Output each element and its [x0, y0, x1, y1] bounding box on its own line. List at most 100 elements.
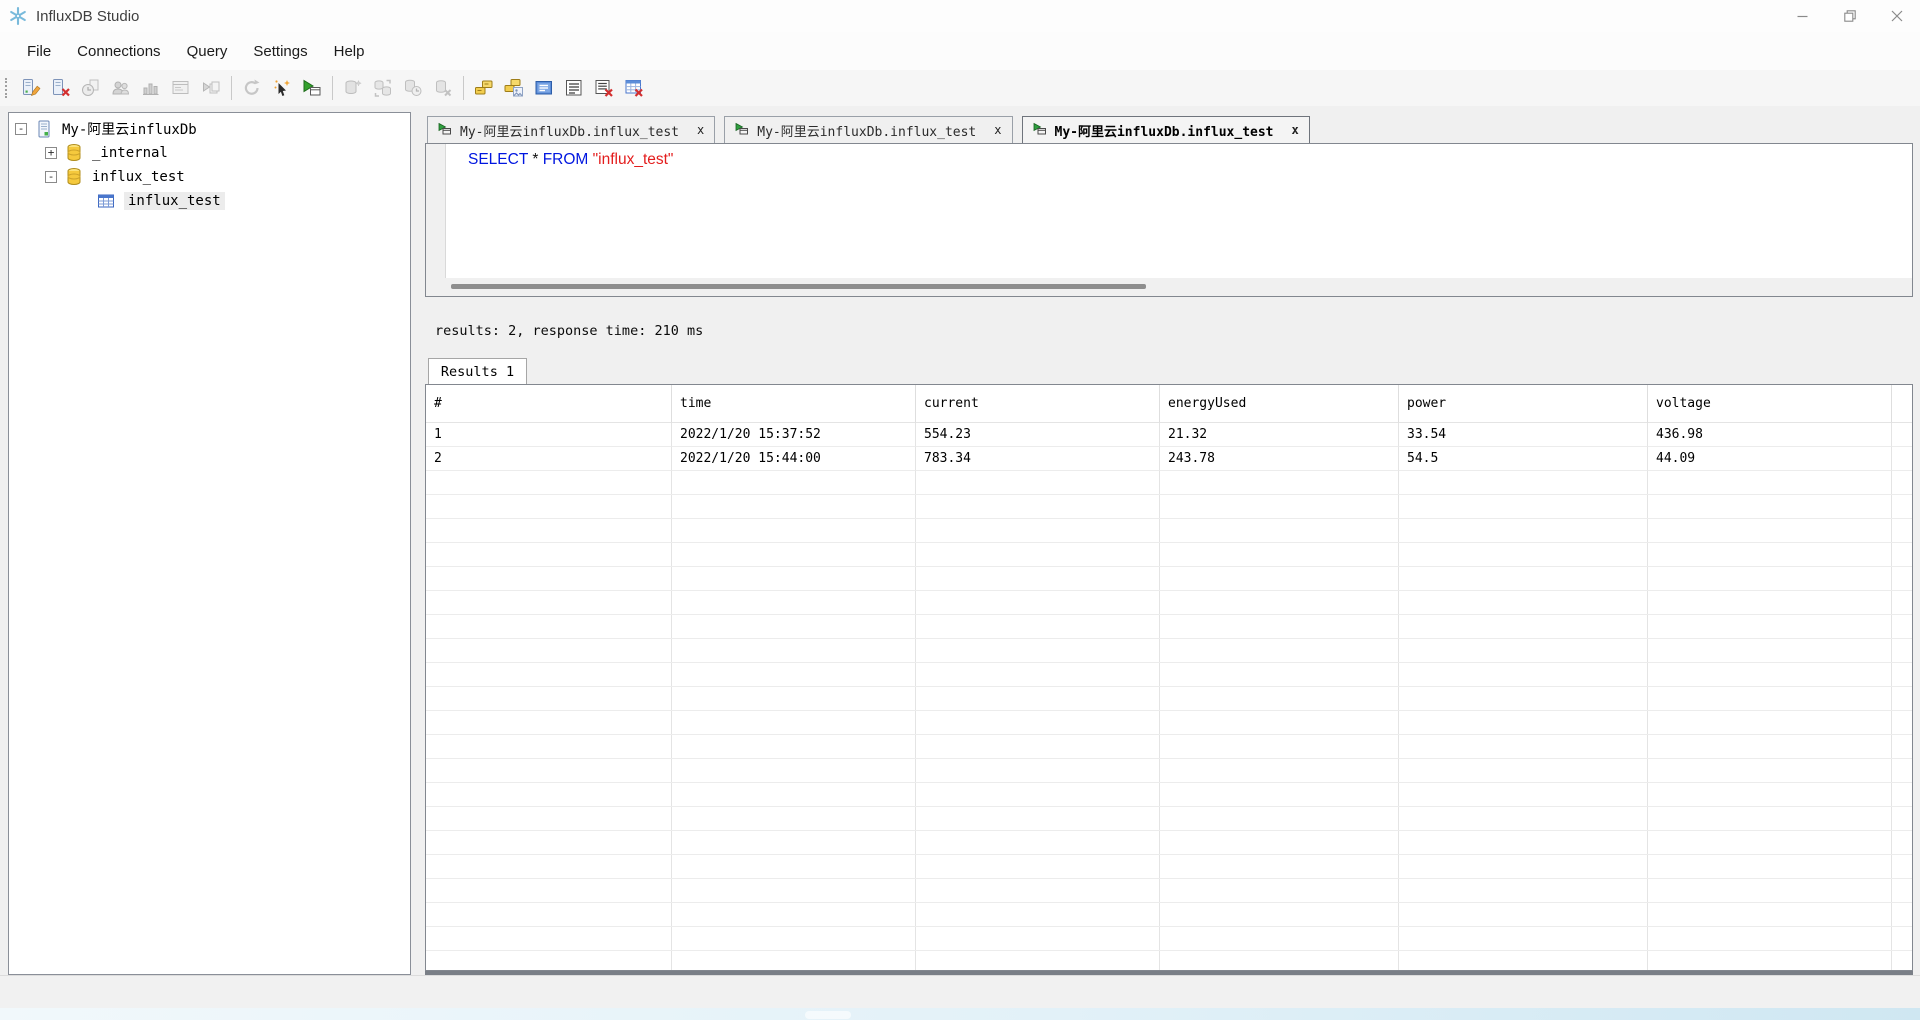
drop-database-icon: [433, 78, 453, 98]
cell-voltage: 44.09: [1648, 447, 1892, 471]
user-admin-button[interactable]: [106, 73, 136, 103]
run-query-button[interactable]: [297, 73, 327, 103]
tree-node-connection[interactable]: - My-阿里云influxDb: [9, 117, 410, 141]
show-tag-keys-icon: [474, 78, 494, 98]
restore-button[interactable]: [1826, 0, 1873, 32]
cell-power: 33.54: [1399, 423, 1648, 447]
editor-horizontal-scrollbar[interactable]: [426, 278, 1912, 296]
delete-connection-button[interactable]: [46, 73, 76, 103]
refresh-icon: [242, 78, 262, 98]
drop-measurement-button[interactable]: [619, 73, 649, 103]
show-series-button[interactable]: [559, 73, 589, 103]
table-icon: [97, 193, 115, 209]
server-stats-icon: [141, 78, 161, 98]
reload-databases-button[interactable]: [368, 73, 398, 103]
menu-query[interactable]: Query: [174, 32, 241, 70]
close-icon: [1891, 10, 1903, 22]
edit-connection-button[interactable]: [16, 73, 46, 103]
tab-close-icon[interactable]: x: [1292, 123, 1299, 137]
tab-label: My-阿里云influxDb.influx_test: [1055, 121, 1274, 140]
drop-measurement-icon: [624, 78, 644, 98]
column-header-index[interactable]: #: [426, 385, 672, 423]
run-batch-button[interactable]: [196, 73, 226, 103]
query-tab-2[interactable]: My-阿里云influxDb.influx_test x: [724, 116, 1012, 143]
user-admin-icon: [111, 78, 131, 98]
refresh-button[interactable]: [237, 73, 267, 103]
expand-icon[interactable]: +: [45, 147, 57, 159]
console-button[interactable]: [166, 73, 196, 103]
delete-series-button[interactable]: [589, 73, 619, 103]
show-tag-values-button[interactable]: [499, 73, 529, 103]
collapse-icon[interactable]: -: [45, 171, 57, 183]
create-database-button[interactable]: [338, 73, 368, 103]
scrollbar-thumb[interactable]: [451, 284, 1146, 289]
main-area: - My-阿里云influxDb + _internal - influx_te…: [0, 106, 1920, 975]
menu-settings[interactable]: Settings: [240, 32, 320, 70]
toolbar: [0, 70, 1920, 106]
connection-history-icon: [81, 78, 101, 98]
cell-filler: [1892, 447, 1912, 471]
tree-node-database-internal[interactable]: + _internal: [9, 141, 410, 165]
cell-energyused: 243.78: [1160, 447, 1399, 471]
cell-current: 554.23: [916, 423, 1160, 447]
query-tab-3-active[interactable]: My-阿里云influxDb.influx_test x: [1022, 116, 1310, 143]
cell-power: 54.5: [1399, 447, 1648, 471]
table-header-row: # time current energyUsed power voltage: [426, 385, 1912, 423]
toolbar-separator: [463, 76, 464, 100]
app-logo-snowflake-icon: [8, 6, 28, 26]
influxdb-studio-window: InfluxDB Studio File Connections Query S…: [0, 0, 1920, 1020]
query-wizard-button[interactable]: [267, 73, 297, 103]
server-stats-button[interactable]: [136, 73, 166, 103]
run-tab-icon: [735, 122, 749, 139]
show-tag-values-icon: [504, 78, 524, 98]
cell-index: 2: [426, 447, 672, 471]
column-header-time[interactable]: time: [672, 385, 916, 423]
results-tab-1[interactable]: Results 1: [428, 358, 527, 384]
cell-index: 1: [426, 423, 672, 447]
query-panel: My-阿里云influxDb.influx_test x My-阿里云influ…: [425, 114, 1913, 975]
titlebar: InfluxDB Studio: [0, 0, 1920, 32]
tab-close-icon[interactable]: x: [697, 123, 704, 137]
query-tab-1[interactable]: My-阿里云influxDb.influx_test x: [427, 116, 715, 143]
menu-file[interactable]: File: [14, 32, 64, 70]
collapse-icon[interactable]: -: [15, 123, 27, 135]
connection-history-button[interactable]: [76, 73, 106, 103]
run-tab-icon: [1033, 122, 1047, 139]
restore-icon: [1844, 10, 1856, 22]
column-header-voltage[interactable]: voltage: [1648, 385, 1892, 423]
column-header-current[interactable]: current: [916, 385, 1160, 423]
show-tag-keys-button[interactable]: [469, 73, 499, 103]
retention-policies-button[interactable]: [398, 73, 428, 103]
sql-editor: SELECT * FROM "influx_test": [425, 143, 1913, 297]
menu-connections[interactable]: Connections: [64, 32, 173, 70]
sql-keyword: SELECT: [468, 151, 528, 168]
toolbar-grip-handle[interactable]: [5, 78, 11, 98]
close-button[interactable]: [1873, 0, 1920, 32]
cell-time: 2022/1/20 15:44:00: [672, 447, 916, 471]
run-batch-icon: [201, 78, 221, 98]
table-row[interactable]: 1 2022/1/20 15:37:52 554.23 21.32 33.54 …: [426, 423, 1912, 447]
tab-close-icon[interactable]: x: [994, 123, 1001, 137]
minimize-button[interactable]: [1779, 0, 1826, 32]
drop-database-button[interactable]: [428, 73, 458, 103]
cell-voltage: 436.98: [1648, 423, 1892, 447]
toolbar-separator: [231, 76, 232, 100]
run-tab-icon: [438, 122, 452, 139]
column-header-energyused[interactable]: energyUsed: [1160, 385, 1399, 423]
delete-series-icon: [594, 78, 614, 98]
run-query-icon: [302, 78, 322, 98]
table-empty-rows: [426, 471, 1912, 970]
continuous-queries-button[interactable]: [529, 73, 559, 103]
reload-databases-icon: [373, 78, 393, 98]
edit-connection-icon: [21, 78, 41, 98]
tab-label: My-阿里云influxDb.influx_test: [460, 121, 679, 140]
tree-node-database-influx-test[interactable]: - influx_test: [9, 165, 410, 189]
sql-editor-text-area[interactable]: SELECT * FROM "influx_test": [426, 144, 1912, 278]
table-row[interactable]: 2 2022/1/20 15:44:00 783.34 243.78 54.5 …: [426, 447, 1912, 471]
tree-node-measurement-influx-test[interactable]: influx_test: [9, 189, 410, 213]
taskbar-item: [805, 1011, 851, 1019]
menu-help[interactable]: Help: [321, 32, 378, 70]
column-header-power[interactable]: power: [1399, 385, 1648, 423]
cell-filler: [1892, 423, 1912, 447]
cell-current: 783.34: [916, 447, 1160, 471]
